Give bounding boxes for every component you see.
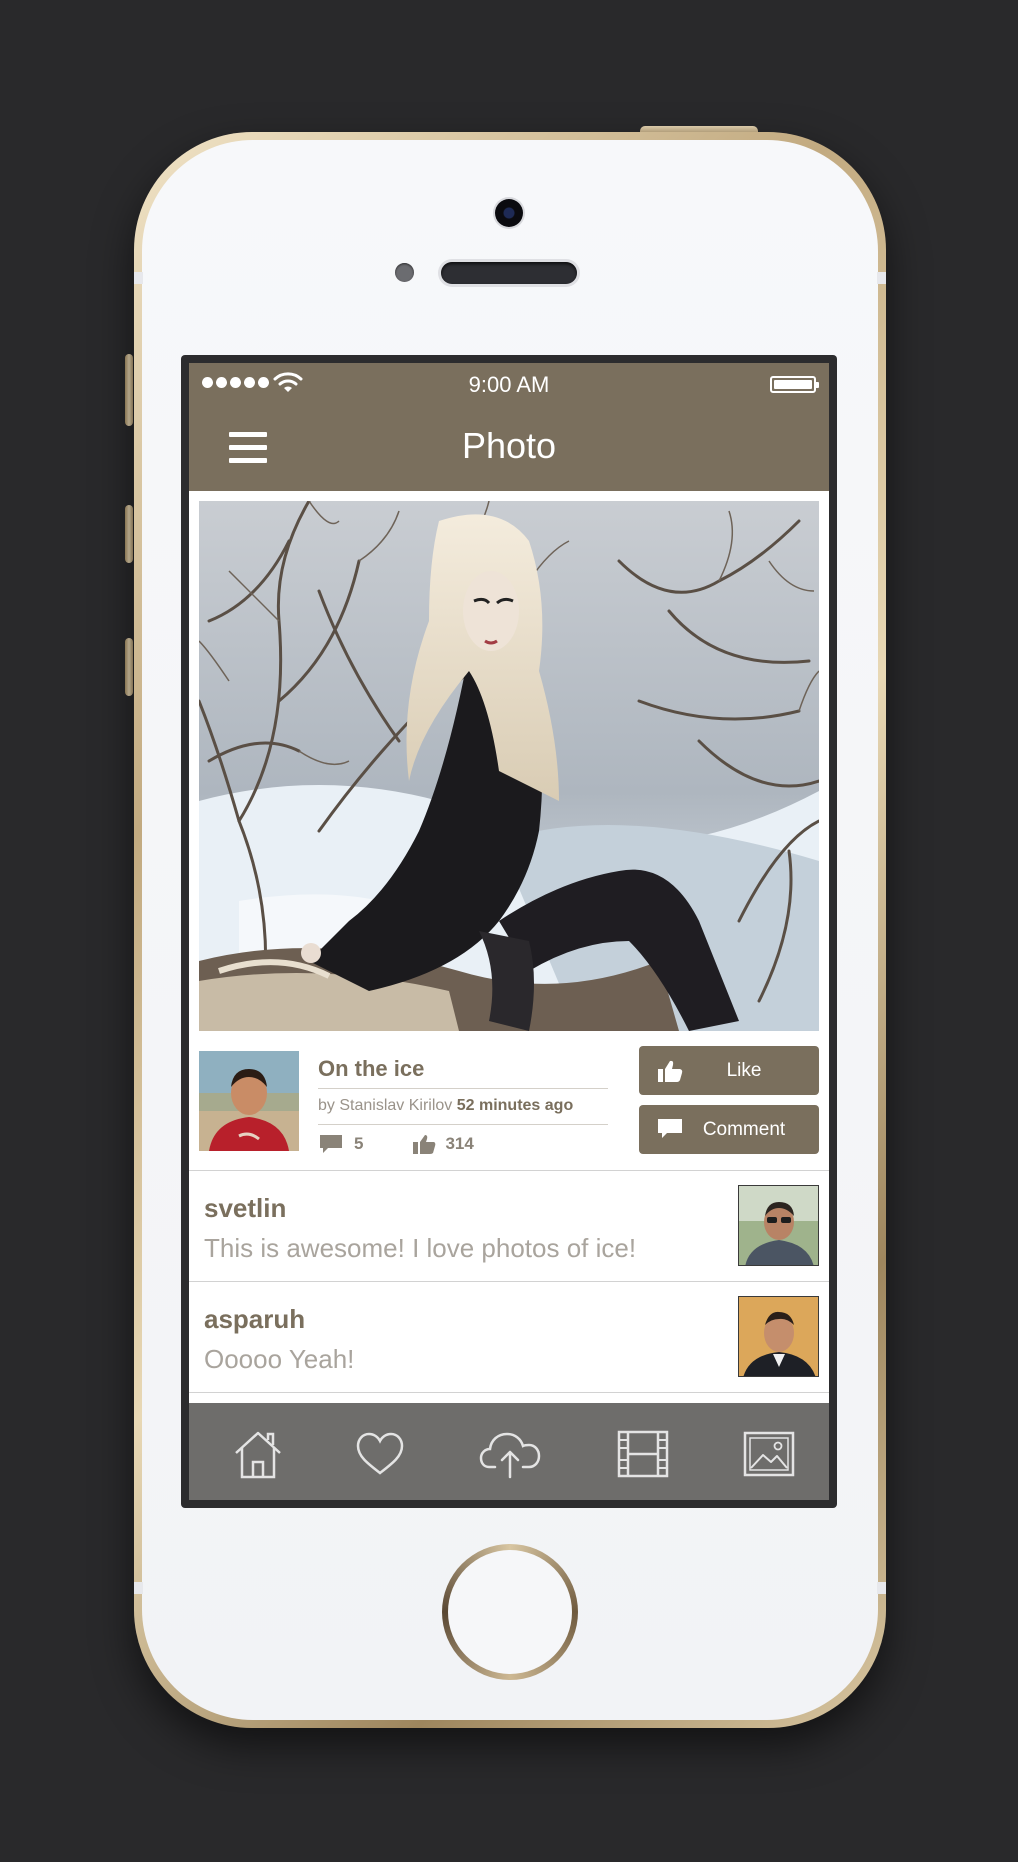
home-button-face [448, 1550, 572, 1674]
image-icon [743, 1431, 795, 1477]
tab-favorites[interactable] [350, 1426, 410, 1482]
volume-up-button[interactable] [125, 505, 133, 563]
post-stats: 5 314 [318, 1133, 474, 1155]
tab-home[interactable] [228, 1426, 288, 1482]
cloud-upload-icon [479, 1432, 541, 1479]
status-time: 9:00 AM [468, 372, 550, 397]
author-avatar-image [199, 1051, 299, 1151]
like-count-icon [413, 1135, 436, 1154]
home-icon [235, 1431, 281, 1479]
front-camera [495, 199, 523, 227]
commenter-avatar-image [739, 1186, 818, 1265]
post-time-ago: 52 minutes ago [456, 1097, 574, 1114]
comment-item[interactable]: asparuh Ooooo Yeah! [189, 1282, 829, 1392]
commenter-avatar[interactable] [738, 1296, 819, 1377]
antenna-band [134, 1582, 143, 1594]
mute-switch[interactable] [125, 354, 133, 426]
antenna-band [877, 1582, 886, 1594]
battery-fill [774, 380, 812, 389]
page-title: Photo [461, 425, 557, 466]
post-title: On the ice [318, 1056, 425, 1081]
comment-username[interactable]: asparuh [204, 1304, 305, 1335]
battery-icon [770, 376, 819, 393]
comment-text: Ooooo Yeah! [204, 1344, 355, 1374]
comment-text: This is awesome! I love photos of ice! [204, 1233, 637, 1263]
post-author[interactable]: by Stanislav Kirilov [318, 1097, 452, 1114]
author-avatar[interactable] [199, 1051, 299, 1151]
comment-count-icon [320, 1135, 342, 1153]
comment-username[interactable]: svetlin [204, 1193, 286, 1224]
like-button-label: Like [726, 1060, 762, 1081]
app-screen: 9:00 AM Photo On the ice by Stanislav Ki… [189, 363, 829, 1500]
meta-divider [318, 1088, 608, 1089]
tab-gallery[interactable] [739, 1426, 799, 1482]
nav-bar: Photo [189, 403, 829, 491]
commenter-avatar-image [739, 1297, 818, 1376]
meta-divider [318, 1124, 608, 1125]
antenna-band [877, 272, 886, 284]
tab-upload[interactable] [479, 1426, 541, 1482]
likes-count: 314 [445, 1134, 474, 1153]
comment-button-label: Comment [702, 1119, 786, 1140]
proximity-sensor [395, 263, 414, 282]
post-photo[interactable] [199, 501, 819, 1031]
top-bar: 9:00 AM Photo [189, 363, 829, 491]
heart-icon [356, 1432, 404, 1475]
antenna-band [134, 272, 143, 284]
comments-count: 5 [354, 1134, 364, 1153]
commenter-avatar[interactable] [738, 1185, 819, 1266]
film-icon [617, 1430, 669, 1478]
comment-button[interactable]: Comment [639, 1105, 819, 1154]
photo-illustration [199, 501, 819, 1031]
volume-down-button[interactable] [125, 638, 133, 696]
home-button[interactable] [442, 1544, 578, 1680]
comment-item[interactable]: svetlin This is awesome! I love photos o… [189, 1171, 829, 1281]
like-button[interactable]: Like [639, 1046, 819, 1095]
earpiece-speaker [441, 262, 577, 284]
post-byline: by Stanislav Kirilov 52 minutes ago [318, 1097, 573, 1115]
tab-videos[interactable] [613, 1426, 673, 1482]
tab-bar [189, 1403, 829, 1500]
section-divider [189, 1392, 829, 1393]
status-bar: 9:00 AM [189, 363, 829, 403]
